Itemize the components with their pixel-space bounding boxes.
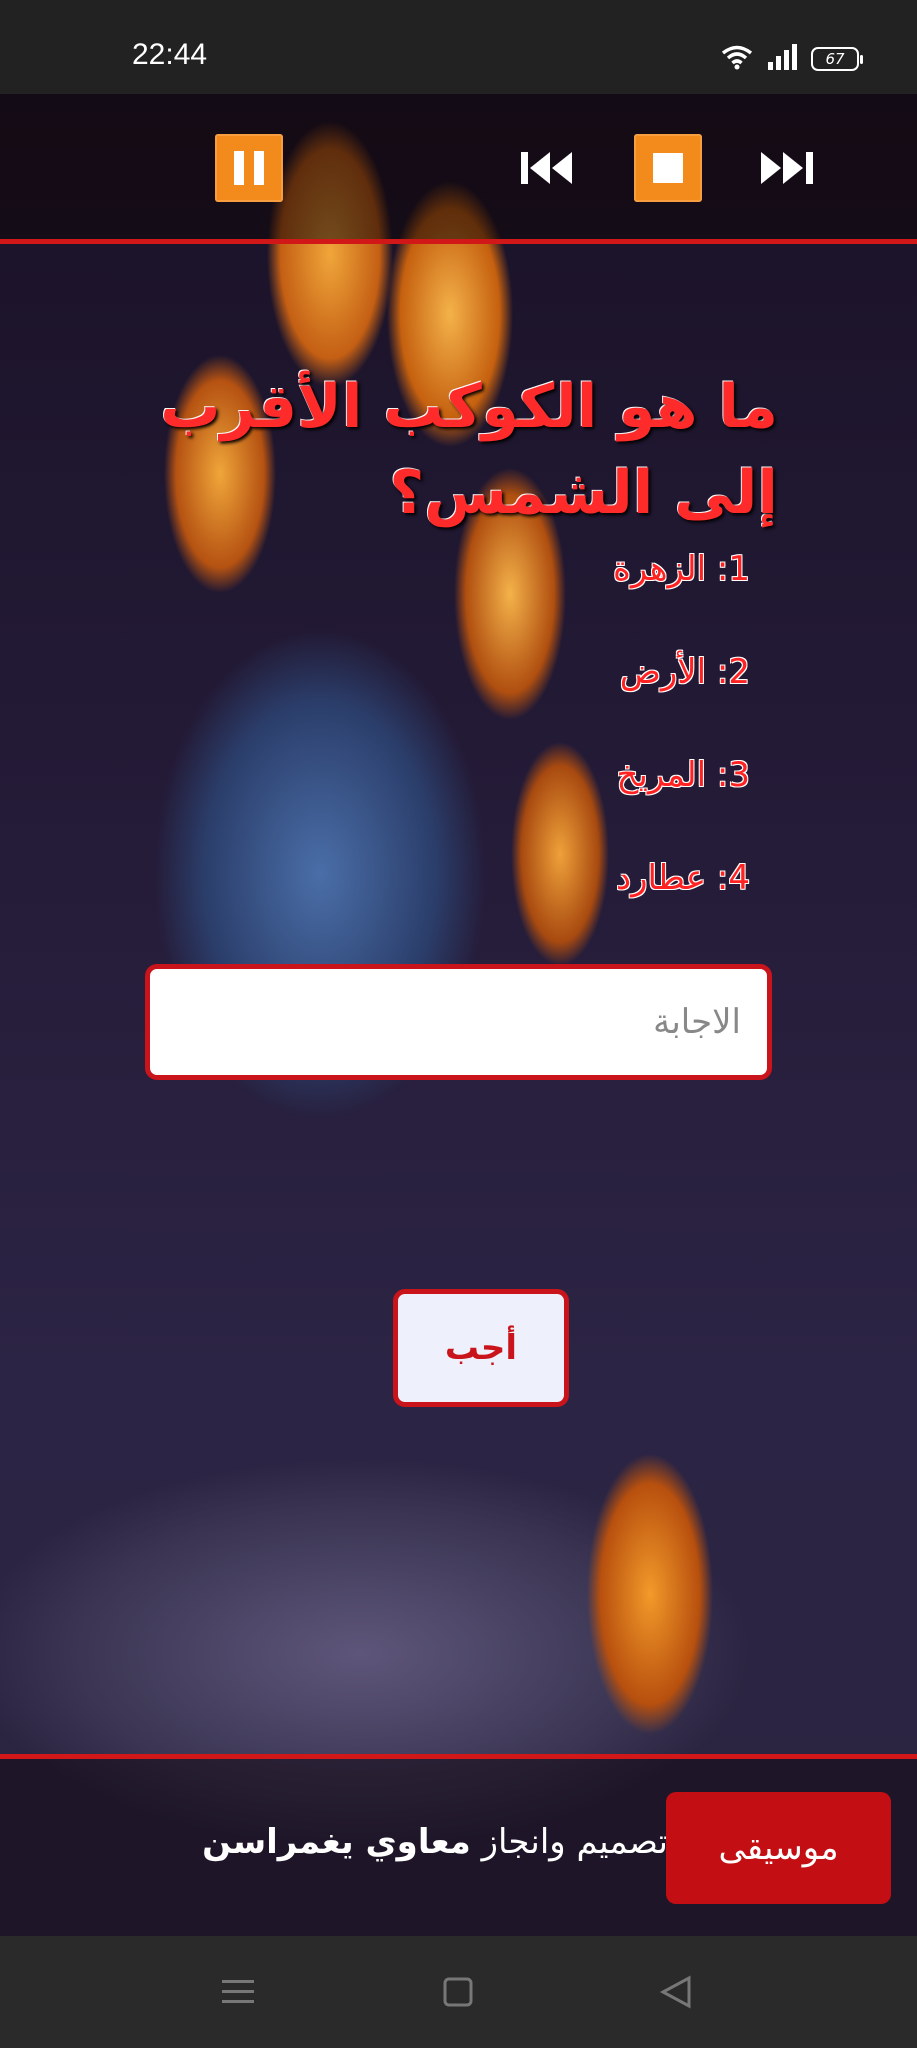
option-3: 3: المريخ	[616, 755, 750, 795]
bottom-divider	[0, 1754, 917, 1759]
status-bar: 22:44 67	[0, 0, 917, 94]
footer: تصميم وانجاز معاوي يغمراسن موسيقى	[0, 1754, 917, 1936]
back-button[interactable]	[656, 1972, 696, 2012]
next-button[interactable]	[752, 134, 820, 202]
next-icon	[761, 152, 813, 184]
previous-button[interactable]	[515, 134, 583, 202]
option-2: 2: الأرض	[619, 652, 750, 692]
system-navbar	[0, 1936, 917, 2048]
signal-icon	[767, 44, 797, 74]
quiz-screen: ما هو الكوكب الأقرب إلى الشمس؟ 1: الزهرة…	[0, 94, 917, 1936]
credit-name: معاوي يغمراسن	[202, 1822, 471, 1862]
home-button[interactable]	[438, 1972, 478, 2012]
top-divider	[0, 239, 917, 244]
menu-button[interactable]	[218, 1972, 258, 2012]
music-button[interactable]: موسيقى	[666, 1792, 891, 1904]
pause-button[interactable]	[215, 134, 283, 202]
home-icon	[443, 1977, 473, 2007]
stop-button[interactable]	[634, 134, 702, 202]
pause-icon	[234, 151, 264, 185]
player-controls	[0, 94, 917, 244]
wifi-icon	[721, 44, 753, 74]
option-4: 4: عطارد	[616, 858, 750, 898]
credit-text: تصميم وانجاز معاوي يغمراسن	[198, 1822, 668, 1862]
battery-icon: 67	[811, 47, 863, 71]
question-text: ما هو الكوكب الأقرب إلى الشمس؟	[160, 372, 778, 528]
back-icon	[659, 1975, 691, 2009]
menu-icon	[222, 1980, 254, 2003]
answer-input[interactable]	[145, 964, 772, 1080]
credit-prefix: تصميم وانجاز	[481, 1822, 668, 1862]
previous-icon	[521, 152, 572, 184]
submit-answer-button[interactable]: أجب	[393, 1289, 569, 1407]
status-icons: 67	[721, 44, 863, 74]
status-time: 22:44	[132, 38, 208, 71]
option-1: 1: الزهرة	[613, 549, 750, 589]
options-list: 1: الزهرة 2: الأرض 3: المريخ 4: عطارد	[520, 549, 750, 961]
stop-icon	[653, 153, 683, 183]
